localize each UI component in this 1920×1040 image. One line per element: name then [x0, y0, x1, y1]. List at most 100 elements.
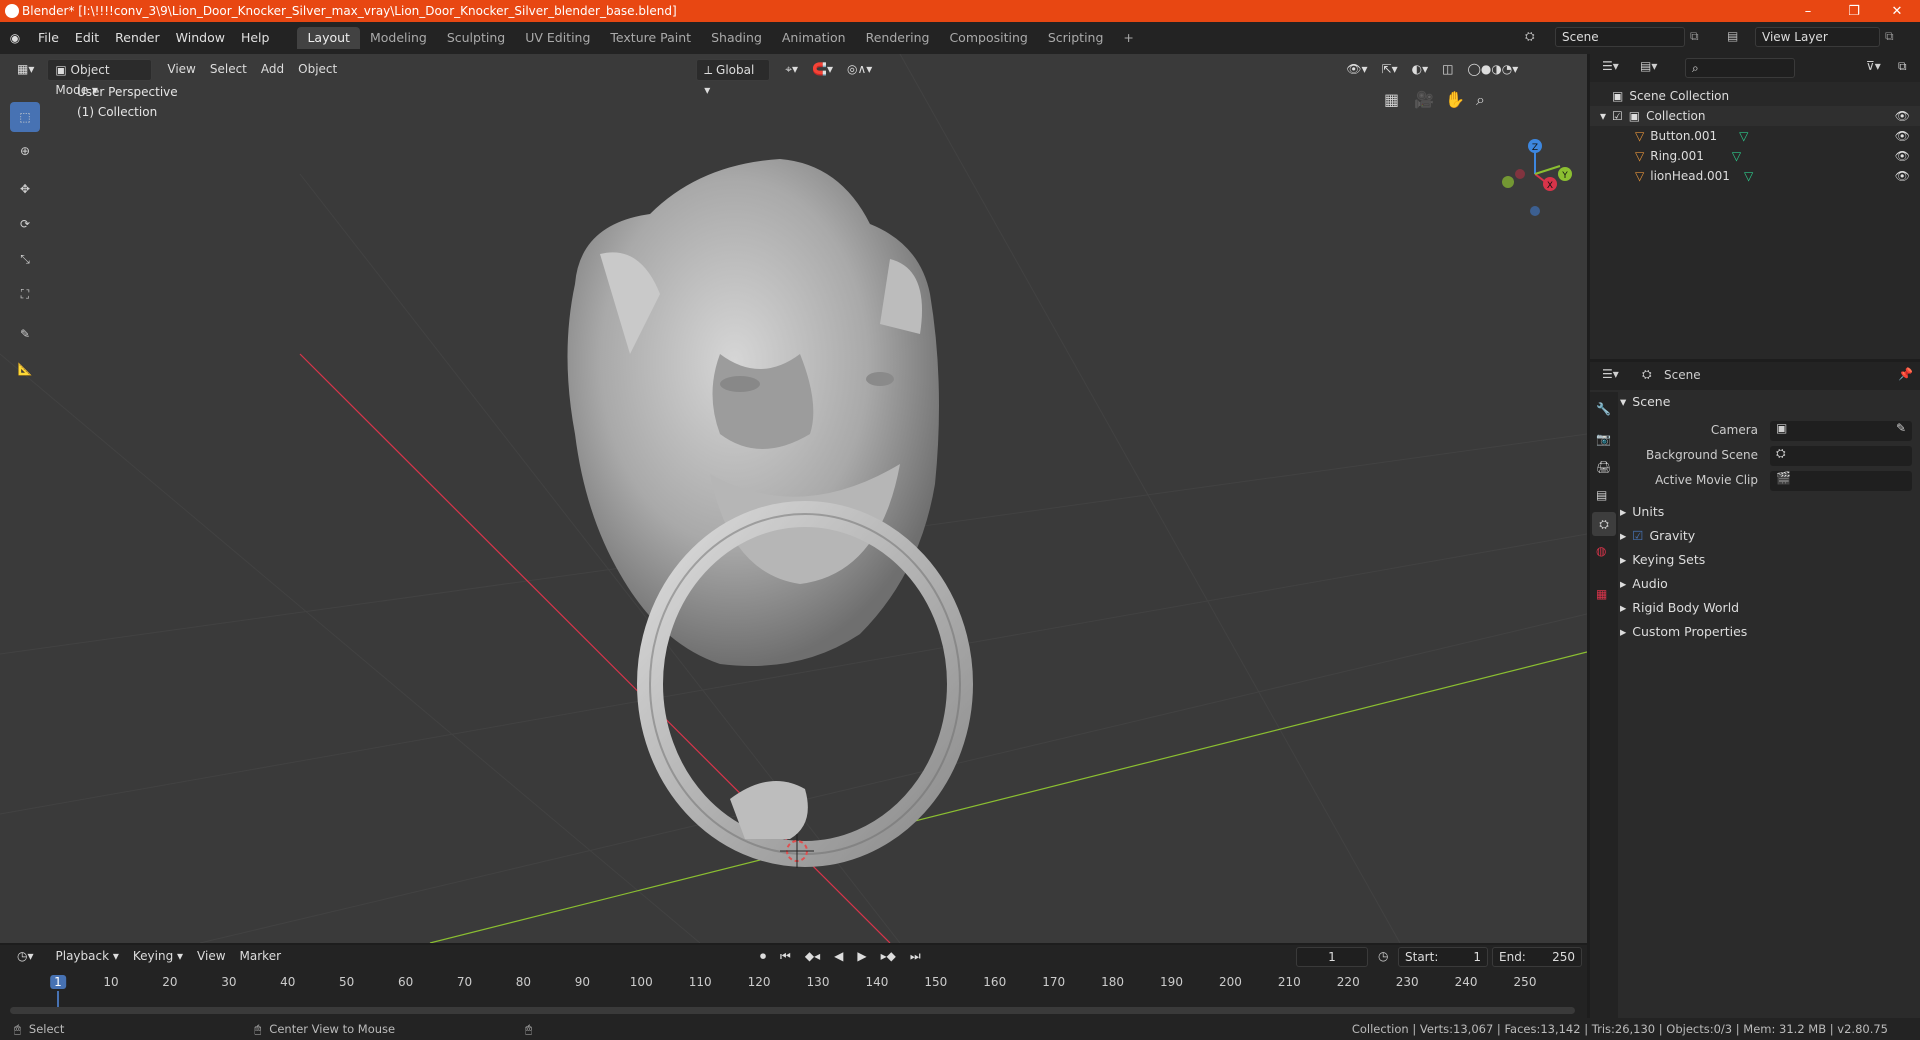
annotate-icon: ✎ [19, 327, 31, 341]
outliner-editor-icon[interactable]: ☰▾ [1602, 59, 1619, 73]
visibility-eye-icon[interactable]: 👁 [1895, 169, 1910, 183]
navigation-gizmo[interactable]: Z Y X [1502, 139, 1572, 216]
mesh-data-icon[interactable]: ▽ [1744, 169, 1753, 183]
select-box-tool[interactable]: ⬚ [10, 102, 40, 132]
tab-animation[interactable]: Animation [772, 27, 856, 49]
outliner-search-input[interactable]: ⌕ [1685, 58, 1795, 78]
eyedropper-icon[interactable]: ✎ [1896, 421, 1906, 435]
move-tool[interactable]: ✥ [10, 174, 40, 204]
visibility-eye-icon[interactable]: 👁 [1895, 129, 1910, 143]
render-tab-icon[interactable]: 📷 [1596, 432, 1611, 446]
menu-object[interactable]: Object [291, 59, 344, 81]
units-panel-header[interactable]: ▸ Units [1620, 500, 1920, 522]
pin-icon[interactable]: 📌 [1898, 367, 1913, 381]
camera-field[interactable]: ▣ ✎ [1770, 421, 1912, 441]
tool-tab-icon[interactable]: 🔧 [1596, 402, 1611, 416]
background-scene-field[interactable]: ⛭ [1770, 446, 1912, 466]
add-workspace-button[interactable]: + [1113, 27, 1143, 49]
pan-hand-icon[interactable]: ✋ [1445, 90, 1465, 109]
menu-view[interactable]: View [160, 59, 202, 81]
filter-icon[interactable]: ⊽▾ [1866, 59, 1881, 73]
expand-arrow-icon[interactable]: ▾ [1600, 109, 1606, 123]
world-tab-icon[interactable]: ◍ [1596, 544, 1606, 558]
scale-tool[interactable]: ⤡ [10, 244, 40, 274]
annotate-tool[interactable]: ✎ [10, 319, 40, 349]
keying-sets-panel-header[interactable]: ▸ Keying Sets [1620, 548, 1920, 570]
tab-shading[interactable]: Shading [701, 27, 772, 49]
tab-rendering[interactable]: Rendering [856, 27, 940, 49]
camera-view-icon[interactable]: 🎥 [1414, 90, 1434, 109]
outliner-row-ring[interactable]: ▽ Ring.001 ▽ 👁 [1590, 146, 1920, 166]
view-layer-selector[interactable]: View Layer [1755, 27, 1880, 47]
display-mode-icon[interactable]: ▤▾ [1640, 59, 1657, 73]
xray-icon[interactable]: ◫ [1435, 59, 1460, 81]
new-collection-icon[interactable]: ⧉ [1898, 59, 1907, 74]
custom-properties-panel-header[interactable]: ▸ Custom Properties [1620, 620, 1920, 642]
menu-select[interactable]: Select [203, 59, 254, 81]
blender-menu-icon[interactable]: ◉ [0, 31, 30, 45]
frame-tick-label: 60 [397, 975, 414, 989]
mesh-data-icon[interactable]: ▽ [1732, 149, 1741, 163]
close-button[interactable]: ✕ [1874, 0, 1920, 22]
properties-editor-icon[interactable]: ☰▾ [1602, 367, 1619, 381]
new-scene-icon[interactable]: ⧉ [1690, 29, 1699, 44]
scene-panel-header[interactable]: ▾ Scene [1620, 390, 1920, 412]
frame-tick-label: 240 [1454, 975, 1478, 989]
zoom-icon[interactable]: ⌕ [1476, 90, 1485, 110]
visibility-eye-icon[interactable]: 👁 [1895, 149, 1910, 163]
menu-file[interactable]: File [30, 27, 67, 49]
3d-viewport[interactable]: Z Y X ▦▾ ▣ Object Mode ▾ View Select Add… [0, 54, 1587, 943]
menu-edit[interactable]: Edit [67, 27, 107, 49]
audio-panel-header[interactable]: ▸ Audio [1620, 572, 1920, 594]
tab-scripting[interactable]: Scripting [1038, 27, 1114, 49]
gravity-checkbox[interactable]: ☑ [1632, 528, 1643, 543]
exclude-checkbox[interactable]: ☑ [1612, 109, 1623, 123]
editor-type-icon[interactable]: ▦▾ [10, 59, 41, 81]
outliner-row-button[interactable]: ▽ Button.001 ▽ 👁 [1590, 126, 1920, 146]
overlay-toggle-icon[interactable]: ◐▾ [1405, 59, 1436, 81]
tab-texture-paint[interactable]: Texture Paint [600, 27, 701, 49]
output-tab-icon[interactable]: 🖨 [1596, 460, 1611, 474]
tab-sculpting[interactable]: Sculpting [437, 27, 515, 49]
menu-render[interactable]: Render [107, 27, 168, 49]
proportional-edit-icon[interactable]: ◎∧▾ [840, 59, 879, 81]
measure-tool[interactable]: 📐 [10, 354, 40, 384]
menu-help[interactable]: Help [233, 27, 278, 49]
transform-orientation-dropdown[interactable]: ⟂ Global ▾ [696, 59, 771, 97]
gravity-panel-header[interactable]: ▸ ☑ Gravity [1620, 524, 1920, 546]
grid-view-icon[interactable]: ▦ [1384, 90, 1399, 109]
menu-add[interactable]: Add [254, 59, 291, 81]
tab-uv-editing[interactable]: UV Editing [515, 27, 600, 49]
gizmo-toggle-icon[interactable]: ⇱▾ [1375, 59, 1405, 81]
mouse-right-icon: 🖱 [525, 1021, 533, 1036]
object-label: Button.001 [1650, 129, 1718, 143]
rotate-tool[interactable]: ⟳ [10, 209, 40, 239]
tab-compositing[interactable]: Compositing [939, 27, 1037, 49]
shading-modes-icon[interactable]: ◯●◑◔▾ [1460, 59, 1525, 81]
active-movie-clip-field[interactable]: 🎬 [1770, 471, 1912, 491]
scene-selector[interactable]: Scene [1555, 27, 1685, 47]
collection-visibility-eye-icon[interactable]: 👁 [1895, 109, 1910, 123]
view-layer-tab-icon[interactable]: ▤ [1596, 488, 1607, 502]
tab-modeling[interactable]: Modeling [360, 27, 437, 49]
mode-dropdown[interactable]: ▣ Object Mode ▾ [47, 59, 153, 97]
pivot-icon[interactable]: ⌖▾ [778, 59, 805, 81]
snap-icon[interactable]: 🧲▾ [805, 59, 840, 81]
transform-tool[interactable]: ⛶ [10, 279, 40, 309]
tab-layout[interactable]: Layout [297, 27, 360, 49]
maximize-button[interactable]: ❐ [1831, 0, 1877, 22]
scene-tab-icon[interactable]: ⛭ [1592, 512, 1616, 536]
outliner-row-lionhead[interactable]: ▽ lionHead.001 ▽ 👁 [1590, 166, 1920, 186]
outliner-row-scene-collection[interactable]: ▣ Scene Collection [1590, 86, 1920, 106]
timeline-scrollbar[interactable] [10, 1007, 1575, 1014]
minimize-button[interactable]: – [1785, 0, 1831, 22]
mesh-data-icon[interactable]: ▽ [1739, 129, 1748, 143]
cursor-tool[interactable]: ⊕ [10, 136, 40, 166]
outliner-row-collection[interactable]: ▾ ☑ ▣ Collection 👁 [1590, 106, 1920, 126]
menu-window[interactable]: Window [168, 27, 233, 49]
new-view-layer-icon[interactable]: ⧉ [1885, 29, 1894, 44]
texture-tab-icon[interactable]: ▦ [1596, 587, 1607, 601]
lion-head-model[interactable] [567, 159, 940, 666]
rigid-body-world-panel-header[interactable]: ▸ Rigid Body World [1620, 596, 1920, 618]
visibility-icon[interactable]: 👁▾ [1339, 59, 1374, 81]
